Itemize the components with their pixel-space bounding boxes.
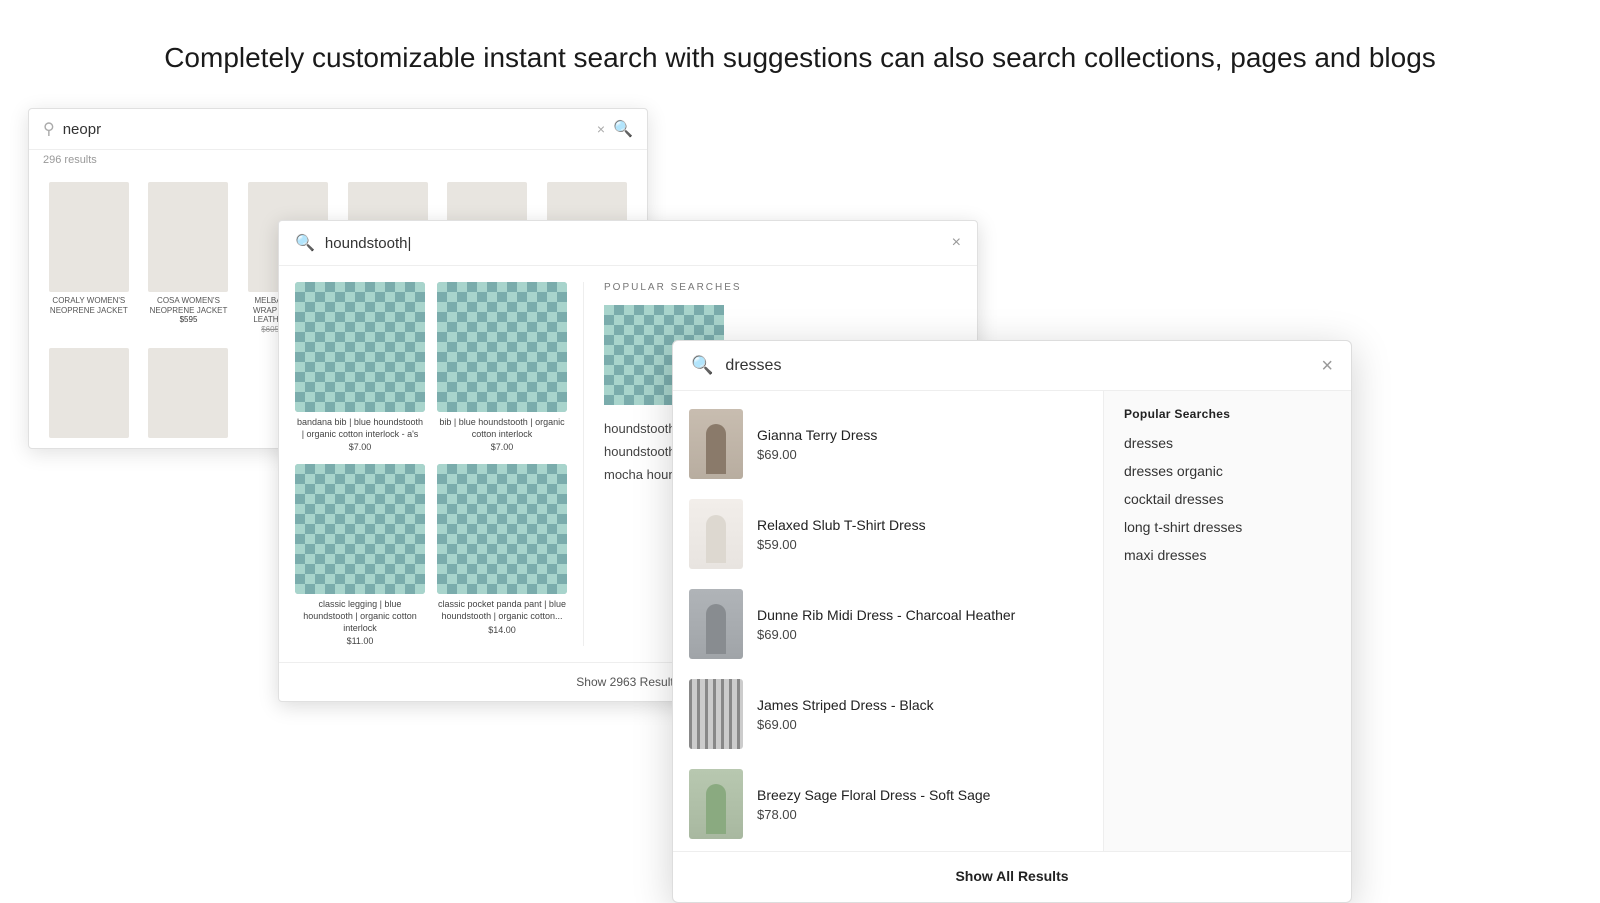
clear-icon[interactable]: ×: [597, 121, 605, 137]
search-input-3[interactable]: [725, 357, 1309, 375]
search-bar-3[interactable]: 🔍 ×: [673, 341, 1351, 391]
list-item[interactable]: bib | blue houndstooth | organic cotton …: [437, 282, 567, 452]
list-item[interactable]: [39, 344, 139, 442]
suggestions-title: Popular Searches: [1124, 407, 1331, 421]
search-input-2[interactable]: [325, 235, 942, 252]
product-price: $7.00: [491, 442, 514, 452]
product-name: classic pocket panda pant | blue houndst…: [437, 599, 567, 622]
product-info: Breezy Sage Floral Dress - Soft Sage $78…: [757, 787, 1087, 822]
list-item[interactable]: Dunne Rib Midi Dress - Charcoal Heather …: [673, 579, 1103, 669]
product-name: Gianna Terry Dress: [757, 427, 1087, 443]
product-thumbnail: [689, 679, 743, 749]
suggestion-item[interactable]: dresses organic: [1124, 463, 1331, 479]
show-all-results-button[interactable]: Show All Results: [955, 868, 1068, 884]
product-price: $595: [180, 315, 198, 324]
product-name: James Striped Dress - Black: [757, 697, 1087, 713]
list-item[interactable]: COSA WOMEN'S NEOPRENE JACKET $595: [139, 178, 239, 338]
product-name: CORALY WOMEN'S NEOPRENE JACKET: [43, 296, 135, 315]
close-button[interactable]: ×: [1321, 356, 1333, 376]
products-column: Gianna Terry Dress $69.00 Relaxed Slub T…: [673, 391, 1103, 851]
list-item[interactable]: bandana bib | blue houndstooth | organic…: [295, 282, 425, 452]
product-info: Relaxed Slub T-Shirt Dress $59.00: [757, 517, 1087, 552]
product-thumbnail: [689, 769, 743, 839]
product-name: Dunne Rib Midi Dress - Charcoal Heather: [757, 607, 1087, 623]
page-headline: Completely customizable instant search w…: [0, 0, 1600, 106]
product-info: Gianna Terry Dress $69.00: [757, 427, 1087, 462]
list-item[interactable]: classic legging | blue houndstooth | org…: [295, 464, 425, 646]
suggestion-item[interactable]: cocktail dresses: [1124, 491, 1331, 507]
popular-searches-title: POPULAR SEARCHES: [604, 282, 961, 293]
product-thumbnail: [689, 409, 743, 479]
list-item[interactable]: Gianna Terry Dress $69.00: [673, 399, 1103, 489]
suggestion-item[interactable]: long t-shirt dresses: [1124, 519, 1331, 535]
search-bar-2[interactable]: 🔍 ×: [279, 221, 977, 266]
product-price: $59.00: [757, 537, 1087, 552]
search-footer: Show All Results: [673, 851, 1351, 902]
products-section: bandana bib | blue houndstooth | organic…: [295, 282, 567, 646]
list-item[interactable]: CORALY WOMEN'S NEOPRENE JACKET: [39, 178, 139, 338]
close-button[interactable]: ×: [952, 234, 961, 252]
product-price: $7.00: [349, 442, 372, 452]
list-item[interactable]: James Striped Dress - Black $69.00: [673, 669, 1103, 759]
list-item[interactable]: Relaxed Slub T-Shirt Dress $59.00: [673, 489, 1103, 579]
suggestion-item[interactable]: dresses: [1124, 435, 1331, 451]
product-name: classic legging | blue houndstooth | org…: [295, 599, 425, 634]
search-main-content: Gianna Terry Dress $69.00 Relaxed Slub T…: [673, 391, 1351, 851]
product-grid-2: bandana bib | blue houndstooth | organic…: [295, 282, 567, 646]
list-item[interactable]: Breezy Sage Floral Dress - Soft Sage $78…: [673, 759, 1103, 849]
product-price: $14.00: [488, 625, 516, 635]
product-name: COSA WOMEN'S NEOPRENE JACKET: [143, 296, 235, 315]
list-item[interactable]: [139, 344, 239, 442]
product-price: $69.00: [757, 717, 1087, 732]
suggestions-column: Popular Searches dresses dresses organic…: [1103, 391, 1351, 851]
list-item[interactable]: classic pocket panda pant | blue houndst…: [437, 464, 567, 646]
product-price: $69.00: [757, 627, 1087, 642]
product-name: bib | blue houndstooth | organic cotton …: [437, 417, 567, 440]
results-count: 296 results: [29, 150, 647, 172]
suggestion-item[interactable]: maxi dresses: [1124, 547, 1331, 563]
search-icon: 🔍: [691, 355, 713, 376]
product-name: Relaxed Slub T-Shirt Dress: [757, 517, 1087, 533]
product-thumbnail: [689, 589, 743, 659]
search-submit-icon[interactable]: 🔍: [613, 119, 633, 139]
search-bar-1[interactable]: ⚲ × 🔍: [29, 109, 647, 150]
product-price: $69.00: [757, 447, 1087, 462]
search-input-1[interactable]: [63, 121, 589, 138]
product-price: $78.00: [757, 807, 1087, 822]
product-info: James Striped Dress - Black $69.00: [757, 697, 1087, 732]
product-price: $11.00: [347, 636, 374, 646]
product-info: Dunne Rib Midi Dress - Charcoal Heather …: [757, 607, 1087, 642]
product-name: Breezy Sage Floral Dress - Soft Sage: [757, 787, 1087, 803]
search-icon: ⚲: [43, 119, 55, 139]
product-name: bandana bib | blue houndstooth | organic…: [295, 417, 425, 440]
search-icon: 🔍: [295, 233, 315, 253]
product-thumbnail: [689, 499, 743, 569]
search-window-dresses: 🔍 × Gianna Terry Dress $69.00: [672, 340, 1352, 903]
